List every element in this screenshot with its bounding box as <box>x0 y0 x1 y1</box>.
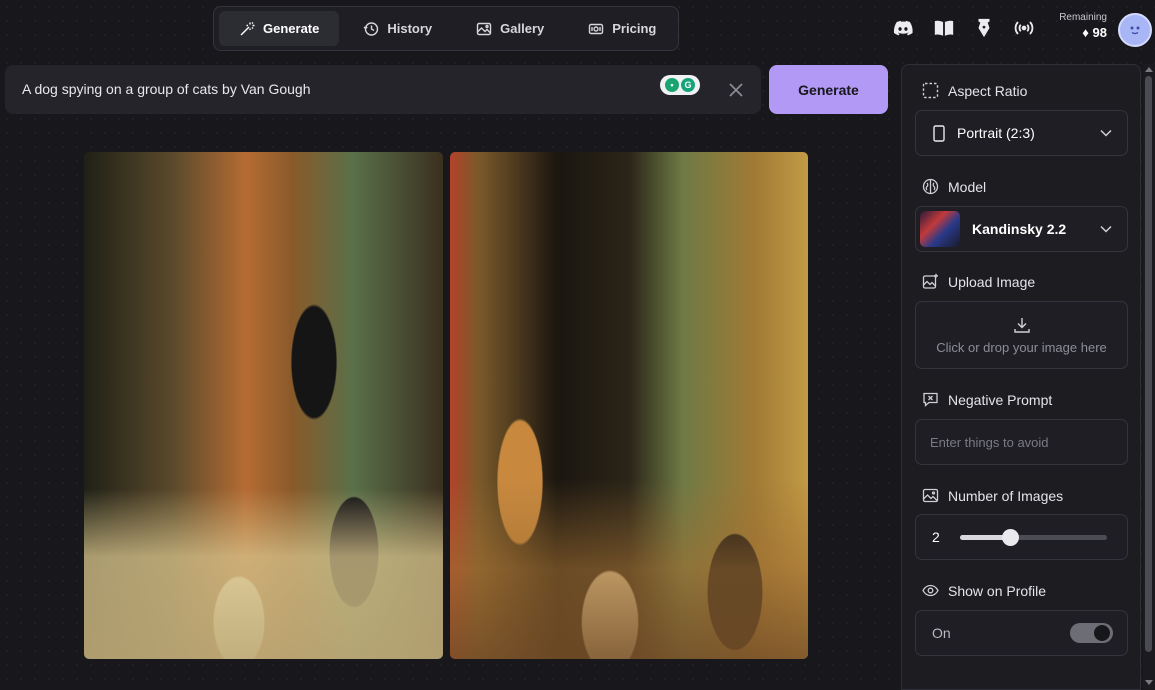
clear-prompt-icon[interactable] <box>727 81 745 99</box>
section-label: Upload Image <box>948 273 1036 290</box>
number-of-images-box: 2 <box>915 514 1128 560</box>
aspect-ratio-select[interactable]: Portrait (2:3) <box>915 110 1128 156</box>
model-value: Kandinsky 2.2 <box>972 221 1067 237</box>
tab-label: Gallery <box>500 21 545 36</box>
docs-button[interactable] <box>932 17 956 39</box>
show-on-profile-title: Show on Profile <box>922 582 1046 599</box>
tab-gallery[interactable]: Gallery <box>456 11 564 46</box>
scroll-down-arrow[interactable] <box>1145 680 1153 685</box>
panel-scrollbar[interactable] <box>1143 64 1155 690</box>
tab-generate[interactable]: Generate <box>219 11 340 46</box>
negative-prompt-box <box>915 419 1128 465</box>
remaining-count: 98 <box>1092 25 1107 40</box>
section-label: Number of Images <box>948 487 1064 504</box>
generated-image-2[interactable] <box>450 152 808 659</box>
scroll-thumb[interactable] <box>1145 76 1152 652</box>
brain-icon <box>922 178 939 195</box>
upload-dropzone[interactable]: Click or drop your image here <box>915 301 1128 369</box>
prompt-input[interactable]: A dog spying on a group of cats by Van G… <box>22 81 311 97</box>
image-add-icon <box>922 273 938 289</box>
status-button[interactable] <box>1012 17 1036 39</box>
show-on-profile-value: On <box>932 625 951 641</box>
tab-label: Pricing <box>612 21 657 36</box>
scroll-up-arrow[interactable] <box>1145 67 1153 72</box>
images-icon <box>922 488 939 503</box>
section-label: Model <box>948 178 987 195</box>
remaining-label: Remaining <box>1059 12 1107 23</box>
model-title: Model <box>922 178 986 195</box>
credits-remaining: Remaining ♦ 98 <box>1053 12 1107 40</box>
broadcast-icon <box>1014 21 1034 35</box>
history-icon <box>363 21 379 36</box>
prompt-bar: A dog spying on a group of cats by Van G… <box>5 65 761 114</box>
eye-icon <box>922 584 939 597</box>
negative-prompt-icon <box>923 392 938 407</box>
section-label: Negative Prompt <box>948 391 1053 408</box>
magic-wand-icon <box>240 21 255 35</box>
number-of-images-title: Number of Images <box>922 487 1063 504</box>
discord-icon <box>893 20 913 36</box>
tab-pricing[interactable]: Pricing <box>568 11 676 46</box>
section-label: Show on Profile <box>948 582 1047 599</box>
generate-button[interactable]: Generate <box>769 65 888 114</box>
portrait-icon <box>933 124 945 142</box>
model-select[interactable]: Kandinsky 2.2 <box>915 206 1128 252</box>
number-of-images-value: 2 <box>932 529 940 545</box>
lightbulb-icon: • <box>665 78 679 92</box>
remaining-value: ♦ 98 <box>1053 25 1107 40</box>
tab-label: History <box>387 21 433 36</box>
aspect-ratio-value: Portrait (2:3) <box>957 125 1035 141</box>
negative-prompt-input[interactable] <box>916 420 1127 464</box>
model-thumbnail <box>920 211 960 247</box>
section-label: Aspect Ratio <box>948 82 1028 99</box>
aspect-ratio-icon <box>922 82 939 99</box>
chevron-down-icon <box>1100 129 1112 137</box>
aspect-ratio-title: Aspect Ratio <box>922 82 1027 99</box>
upload-image-title: Upload Image <box>922 273 1035 290</box>
discord-button[interactable] <box>891 17 915 39</box>
pen-nib-icon <box>978 18 990 38</box>
gallery-icon <box>476 22 492 35</box>
tab-label: Generate <box>263 21 320 36</box>
negative-prompt-title: Negative Prompt <box>922 391 1052 408</box>
grammarly-icon: G <box>681 78 695 92</box>
tab-history[interactable]: History <box>343 11 452 46</box>
avatar[interactable] <box>1118 13 1152 47</box>
generated-image-1[interactable] <box>84 152 443 659</box>
download-icon <box>1013 317 1030 333</box>
chevron-down-icon <box>1100 225 1112 233</box>
book-icon <box>934 20 954 36</box>
smiley-icon <box>1130 26 1140 35</box>
diamond-icon: ♦ <box>1082 25 1093 40</box>
toggle-knob <box>1094 625 1110 641</box>
upload-hint: Click or drop your image here <box>936 339 1107 355</box>
show-on-profile-toggle[interactable] <box>1070 623 1113 643</box>
blog-button[interactable] <box>972 17 996 39</box>
top-nav: Generate History Gallery Pricing <box>213 6 679 51</box>
pricing-icon <box>589 23 604 34</box>
slider-knob[interactable] <box>1001 528 1019 546</box>
show-on-profile-box: On <box>915 610 1128 656</box>
number-of-images-slider[interactable] <box>960 528 1107 546</box>
grammar-extension-badge[interactable]: • G <box>660 75 700 95</box>
